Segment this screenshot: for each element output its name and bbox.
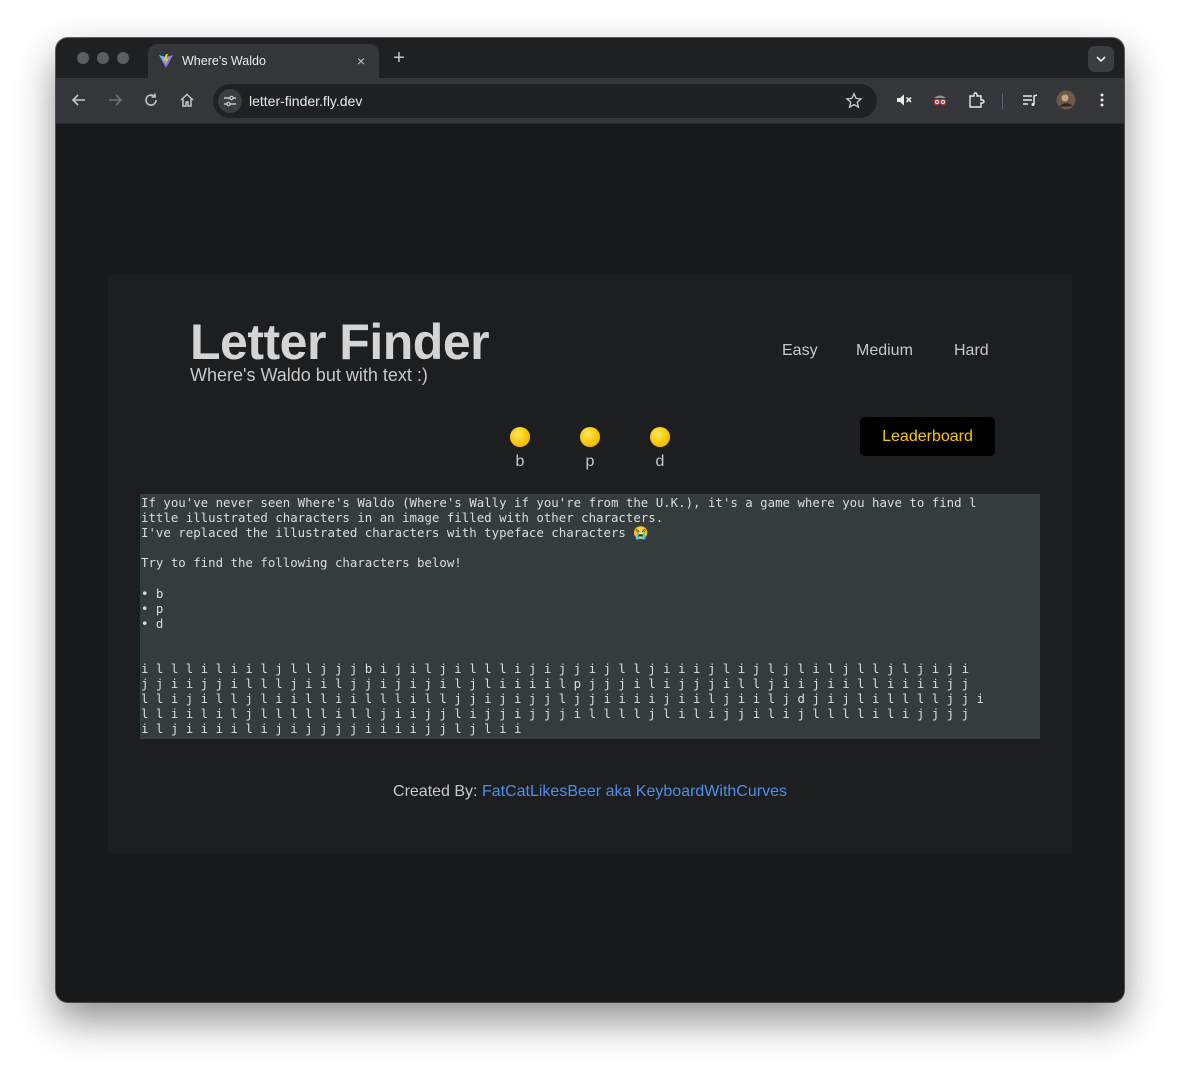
address-bar[interactable]: letter-finder.fly.dev xyxy=(213,84,877,118)
kebab-menu-icon xyxy=(1100,93,1104,107)
letter-grid-row[interactable]: l l i j i l l j l i i l l i i l l l i l … xyxy=(140,691,1040,706)
new-tab-button[interactable]: + xyxy=(389,47,409,70)
target-letter-d: d xyxy=(640,427,680,471)
difficulty-easy-button[interactable]: Easy xyxy=(782,342,818,360)
home-icon xyxy=(180,93,194,107)
letter-grid-row[interactable]: i l j i i i i l i j i j j j j i i i i j … xyxy=(140,721,1040,736)
back-button[interactable] xyxy=(68,89,90,111)
target-letter-b: b xyxy=(500,427,540,471)
browser-menu-button[interactable] xyxy=(1091,89,1113,111)
minimize-window-button[interactable] xyxy=(97,52,109,64)
page-subtitle: Where's Waldo but with text :) xyxy=(190,365,428,385)
difficulty-hard-button[interactable]: Hard xyxy=(954,342,989,360)
queue-music-icon xyxy=(1023,94,1038,106)
toolbar-separator xyxy=(1002,93,1003,109)
tab-title: Where's Waldo xyxy=(182,54,266,68)
intro-line: • d xyxy=(141,615,164,631)
difficulty-medium-button[interactable]: Medium xyxy=(856,342,913,360)
letter-grid-row[interactable]: j j i i j j i l l l j i i l j j i j i j … xyxy=(140,676,1040,691)
leaderboard-button[interactable]: Leaderboard xyxy=(860,417,995,456)
intro-text: If you've never seen Where's Waldo (Wher… xyxy=(140,495,1040,631)
vite-favicon-icon xyxy=(158,53,174,69)
puzzle-piece-icon xyxy=(969,92,985,108)
avatar xyxy=(1056,90,1076,110)
intro-line xyxy=(140,540,1040,555)
profile-avatar-button[interactable] xyxy=(1055,89,1077,111)
footer-prefix: Created By: xyxy=(393,783,482,800)
target-letter-label: d xyxy=(655,453,665,470)
game-card: Letter Finder Where's Waldo but with tex… xyxy=(108,275,1072,853)
speaker-muted-icon xyxy=(897,94,912,106)
url-text[interactable]: letter-finder.fly.dev xyxy=(249,93,362,109)
yellow-circle-icon xyxy=(580,427,600,447)
browser-toolbar: letter-finder.fly.dev xyxy=(56,78,1124,124)
incognito-extension-button[interactable] xyxy=(929,89,951,111)
tab-strip: Where's Waldo × + xyxy=(56,38,1124,78)
spy-glasses-icon xyxy=(933,95,947,106)
media-controls-button[interactable] xyxy=(1019,89,1041,111)
intro-line: I've replaced the illustrated characters… xyxy=(141,525,649,541)
target-letter-p: p xyxy=(570,427,610,471)
intro-line: If you've never seen Where's Waldo (Wher… xyxy=(141,495,977,510)
yellow-circle-icon xyxy=(510,427,530,447)
close-window-button[interactable] xyxy=(77,52,89,64)
target-letter-label: p xyxy=(585,453,595,470)
footer: Created By: FatCatLikesBeer aka Keyboard… xyxy=(108,783,1072,801)
forward-arrow-icon xyxy=(109,94,123,106)
letter-grid-row[interactable]: i l l l i l i i l j l l j j j b i j i l … xyxy=(140,661,1040,676)
intro-line: • p xyxy=(141,600,164,616)
intro-line: • b xyxy=(141,585,164,601)
yellow-circle-icon xyxy=(650,427,670,447)
mute-tab-button[interactable] xyxy=(893,89,915,111)
author-link[interactable]: FatCatLikesBeer aka KeyboardWithCurves xyxy=(482,783,787,800)
intro-line: Try to find the following characters bel… xyxy=(141,555,462,571)
site-settings-icon[interactable] xyxy=(218,89,242,113)
tab-wheres-waldo[interactable]: Where's Waldo × xyxy=(148,44,379,78)
back-arrow-icon xyxy=(71,94,85,106)
maximize-window-button[interactable] xyxy=(117,52,129,64)
home-button[interactable] xyxy=(176,89,198,111)
letter-grid[interactable]: i l l l i l i i l j l l j j j b i j i l … xyxy=(140,661,1040,736)
page-viewport: Letter Finder Where's Waldo but with tex… xyxy=(56,125,1124,1002)
forward-button[interactable] xyxy=(104,89,126,111)
target-letter-label: b xyxy=(515,453,525,470)
reload-button[interactable] xyxy=(140,89,162,111)
chevron-down-icon xyxy=(1096,56,1106,63)
bookmark-star-icon[interactable] xyxy=(845,92,863,110)
intro-line xyxy=(140,570,1040,585)
tab-search-button[interactable] xyxy=(1088,46,1114,72)
page-title: Letter Finder xyxy=(190,314,490,370)
intro-line: ittle illustrated characters in an image… xyxy=(141,510,664,526)
reload-icon xyxy=(145,93,157,106)
browser-window: Where's Waldo × + letter-finder.fly.dev xyxy=(56,38,1124,1002)
game-board: If you've never seen Where's Waldo (Wher… xyxy=(140,494,1040,739)
extensions-button[interactable] xyxy=(965,89,987,111)
letter-grid-row[interactable]: l l i i l i l j l l l l l i l l j i i j … xyxy=(140,706,1040,721)
tab-close-icon[interactable]: × xyxy=(353,53,369,69)
